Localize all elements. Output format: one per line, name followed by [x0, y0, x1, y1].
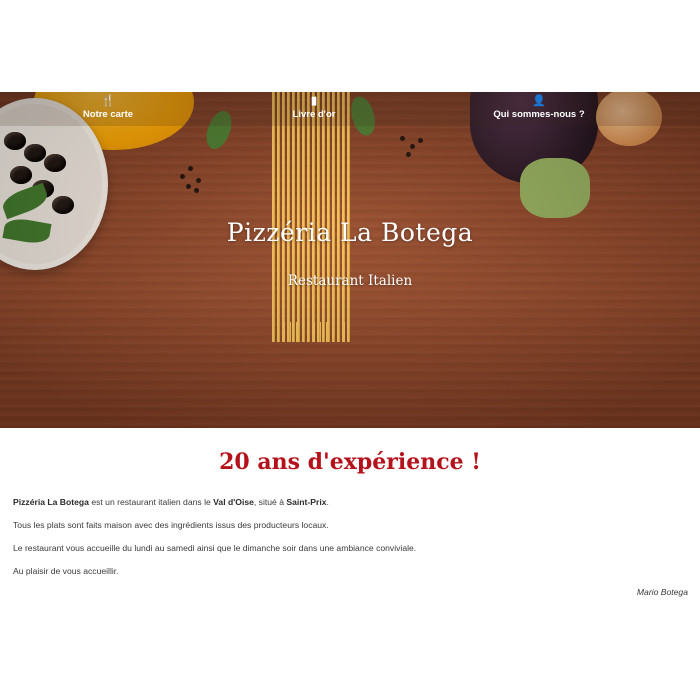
peppercorn-image — [410, 144, 415, 149]
peppercorn-image — [180, 174, 185, 179]
peppercorn-image — [188, 166, 193, 171]
basil-leaf-image — [0, 182, 51, 220]
fork-knife-icon: 🍴 — [101, 95, 115, 107]
intro-text-1: est un restaurant italien dans le — [88, 497, 214, 507]
restaurant-name: Pizzéria La Botega — [13, 497, 89, 507]
olive-image — [24, 144, 46, 162]
olive-image — [32, 180, 54, 198]
olive-image — [44, 154, 66, 172]
peppercorn-image — [196, 178, 201, 183]
peppercorn-image — [418, 138, 423, 143]
page: 🍴 Notre carte ▮ Livre d'or 👤 Qui sommes-… — [0, 0, 700, 700]
opening-paragraph: Le restaurant vous accueille du lundi au… — [13, 543, 417, 553]
olive-image — [4, 132, 26, 150]
nav-item-notre-carte[interactable]: 🍴 Notre carte — [53, 94, 163, 120]
page-title: Pizzéria La Botega — [226, 218, 474, 247]
peppercorn-image — [194, 188, 199, 193]
nav-item-livre-dor[interactable]: ▮ Livre d'or — [259, 94, 369, 120]
eggplant-stem-image — [520, 158, 590, 218]
welcome-paragraph: Au plaisir de vous accueillir. — [13, 566, 119, 576]
olive-image — [52, 196, 74, 214]
intro-text-2: , situé à — [253, 497, 287, 507]
peppercorn-image — [186, 184, 191, 189]
homemade-paragraph: Tous les plats sont faits maison avec de… — [13, 520, 329, 530]
signature: Mario Botega — [636, 587, 688, 597]
peppercorn-image — [400, 136, 405, 141]
peppercorn-image — [406, 152, 411, 157]
hero-banner — [0, 92, 700, 428]
user-icon: 👤 — [532, 95, 546, 107]
spaghetti-image — [272, 92, 352, 342]
book-icon: ▮ — [310, 95, 318, 107]
experience-headline: 20 ans d'expérience ! — [219, 449, 481, 475]
spaghetti-tail-image — [278, 322, 348, 342]
nav-item-label: Notre carte — [82, 109, 134, 120]
nav-item-label: Qui sommes-nous ? — [493, 109, 585, 120]
town-name: Saint-Prix — [286, 497, 327, 507]
nav-item-label: Livre d'or — [292, 109, 336, 120]
nav-item-qui-sommes-nous[interactable]: 👤 Qui sommes-nous ? — [484, 94, 594, 120]
page-subtitle: Restaurant Italien — [287, 273, 413, 289]
olive-image — [10, 166, 32, 184]
region-name: Val d'Oise — [213, 497, 254, 507]
intro-text-3: . — [326, 497, 329, 507]
main-nav: 🍴 Notre carte ▮ Livre d'or 👤 Qui sommes-… — [0, 92, 700, 126]
intro-paragraph: Pizzéria La Botega est un restaurant ita… — [13, 497, 329, 507]
